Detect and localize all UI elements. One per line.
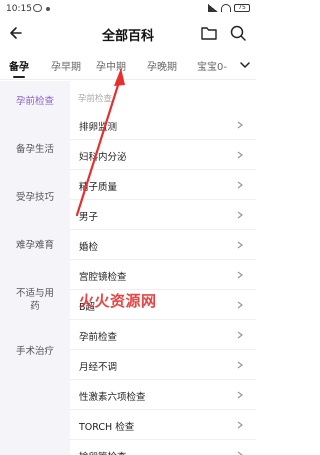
chevron-right-icon <box>237 451 243 455</box>
sidebar-item-discomfort-medication[interactable]: 不适与用 药 <box>0 287 70 313</box>
tab-baby[interactable]: 宝宝0- <box>197 58 227 73</box>
chevron-right-icon <box>237 391 243 399</box>
status-time: 10:15 <box>6 4 32 14</box>
tab-late-pregnancy[interactable]: 孕晚期 <box>147 58 177 73</box>
chevron-right-icon <box>237 331 243 339</box>
list-item-label: 精子质量 <box>79 182 118 193</box>
category-header: 孕前检查 <box>78 94 113 104</box>
list-item[interactable]: 排卵监测 <box>70 110 256 140</box>
sidebar-item-surgery[interactable]: 手术治疗 <box>0 345 70 358</box>
folder-icon[interactable] <box>200 24 218 42</box>
active-tab-indicator <box>13 76 25 78</box>
chevron-right-icon <box>237 361 243 369</box>
battery-icon: 75 <box>234 4 250 12</box>
list-item[interactable]: 输卵管检查 <box>70 440 256 455</box>
status-bar: 10:15 75 <box>0 0 256 18</box>
chevron-right-icon <box>237 241 243 249</box>
sidebar-item-infertility[interactable]: 难孕难育 <box>0 239 70 252</box>
list-item-label: 月经不调 <box>79 362 118 373</box>
tab-prepregnancy[interactable]: 备孕 <box>9 58 29 73</box>
list-item-label: 性激素六项检查 <box>79 392 146 403</box>
title-bar: 全部百科 <box>0 20 256 46</box>
search-icon[interactable] <box>229 24 247 42</box>
status-indicators: 75 <box>208 4 250 12</box>
list-item-label: 排卵监测 <box>79 122 118 133</box>
list-item-label: TORCH 检查 <box>79 422 135 433</box>
list-item-label: 输卵管检查 <box>79 449 127 455</box>
list-item-label: 孕前检查 <box>79 332 118 343</box>
category-sidebar: 孕前检查 备孕生活 受孕技巧 难孕难育 不适与用 药 手术治疗 <box>0 81 70 455</box>
list-item[interactable]: 孕前检查 <box>70 320 256 350</box>
sidebar-item-prepregnancy-life[interactable]: 备孕生活 <box>0 143 70 156</box>
stage-tabs: 备孕 孕早期 孕中期 孕晚期 宝宝0- <box>0 52 256 80</box>
list-item[interactable]: 妇科内分泌 <box>70 140 256 170</box>
list-item[interactable]: 精子质量 <box>70 170 256 200</box>
chevron-right-icon <box>237 121 243 129</box>
list-item-label: 宫腔镜检查 <box>79 272 127 283</box>
list-item-label: 妇科内分泌 <box>79 152 127 163</box>
chevron-right-icon <box>237 181 243 189</box>
chevron-right-icon <box>237 151 243 159</box>
tab-mid-pregnancy[interactable]: 孕中期 <box>96 58 126 73</box>
tab-early-pregnancy[interactable]: 孕早期 <box>51 58 81 73</box>
watermark-text: 火火资源网 <box>79 292 157 310</box>
sidebar-item-conception-tips[interactable]: 受孕技巧 <box>0 191 70 204</box>
list-item[interactable]: 性激素六项检查 <box>70 380 256 410</box>
chevron-right-icon <box>237 271 243 279</box>
list-item-label: 婚检 <box>79 242 99 253</box>
wifi-icon <box>221 4 231 12</box>
message-icon <box>33 4 42 12</box>
list-item[interactable]: 宫腔镜检查 <box>70 260 256 290</box>
list-item[interactable]: 男子 <box>70 200 256 230</box>
notification-dot-icon <box>46 7 50 11</box>
list-item[interactable]: TORCH 检查 <box>70 410 256 440</box>
signal-icon <box>208 4 218 12</box>
chevron-right-icon <box>237 301 243 309</box>
list-item[interactable]: 婚检 <box>70 230 256 260</box>
chevron-right-icon <box>237 421 243 429</box>
chevron-down-icon[interactable] <box>238 59 252 71</box>
sidebar-item-prepregnancy-check[interactable]: 孕前检查 <box>0 95 70 108</box>
list-item-label: 男子 <box>79 212 99 223</box>
list-item[interactable]: 月经不调 <box>70 350 256 380</box>
chevron-right-icon <box>237 211 243 219</box>
